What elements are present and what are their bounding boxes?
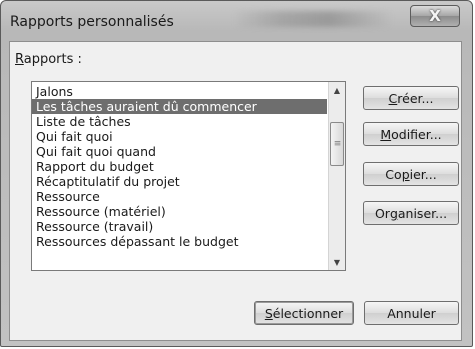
title-bar[interactable]: Rapports personnalisés X [1, 1, 472, 43]
close-button[interactable]: X [410, 5, 460, 27]
organize-button[interactable]: Or g aniser... [363, 201, 459, 225]
grip-icon: ≡ [333, 138, 341, 149]
arrow-down-icon[interactable]: ▼ [329, 254, 345, 270]
list-item[interactable]: Liste de tâches [32, 114, 327, 129]
list-item[interactable]: Récaptitulatif du projet [32, 174, 327, 189]
reports-label: Rapports : [15, 52, 82, 67]
close-icon: X [429, 6, 441, 25]
cancel-button[interactable]: Annuler [364, 301, 459, 325]
blurred-background-text [233, 11, 393, 27]
copy-button[interactable]: Co p ier... [363, 162, 459, 186]
list-item[interactable]: Ressource (matériel) [32, 204, 327, 219]
create-button[interactable]: Créer... [363, 86, 459, 110]
vertical-scrollbar[interactable]: ▲ ≡ ▼ [328, 82, 345, 270]
list-item[interactable]: Qui fait quoi quand [32, 144, 327, 159]
arrow-up-icon[interactable]: ▲ [329, 82, 345, 98]
list-item[interactable]: Rapport du budget [32, 159, 327, 174]
reports-list: Jalons Les tâches auraient dû commencer Li… [32, 84, 327, 249]
window-title: Rapports personnalisés [10, 14, 174, 30]
list-item[interactable]: Ressource [32, 189, 327, 204]
list-item[interactable]: Ressources dépassant le budget [32, 234, 327, 249]
list-item[interactable]: Qui fait quoi [32, 129, 327, 144]
dialog-window: Rapports personnalisés X Rapports : Jalo… [0, 0, 473, 347]
select-button[interactable]: Sélectionner [254, 301, 354, 325]
list-item[interactable]: Ressource (travail) [32, 219, 327, 234]
reports-listbox[interactable]: Jalons Les tâches auraient dû commencer Li… [31, 81, 346, 271]
modify-button[interactable]: Modifier... [363, 122, 459, 146]
list-item[interactable]: Les tâches auraient dû commencer [32, 99, 327, 114]
list-item[interactable]: Jalons [32, 84, 327, 99]
scroll-thumb[interactable]: ≡ [330, 122, 344, 166]
